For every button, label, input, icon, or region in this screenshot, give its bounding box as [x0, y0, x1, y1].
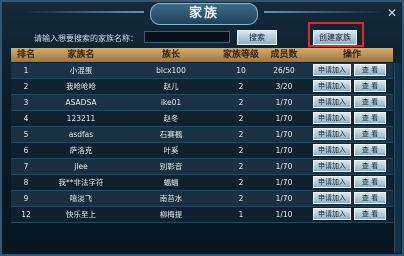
row-level: 2	[238, 98, 244, 107]
close-icon[interactable]: ✕	[384, 6, 400, 20]
row-leader: 别彰音	[159, 162, 183, 171]
apply-join-button[interactable]: 申请加入	[313, 64, 351, 76]
view-button[interactable]: 查 看	[354, 160, 386, 172]
view-button[interactable]: 查 看	[354, 128, 386, 140]
row-leader: ike01	[160, 98, 182, 107]
row-member-count: 1/10	[275, 210, 293, 219]
row-level: 2	[238, 146, 244, 155]
header-member-count: 成员数	[270, 50, 298, 60]
row-family-name: 我呛呛呛	[66, 82, 96, 91]
row-member-count: 26/50	[273, 66, 295, 75]
row-rank: 5	[23, 130, 29, 139]
header-level: 家族等级	[222, 50, 259, 60]
row-level: 2	[238, 82, 244, 91]
table-row[interactable]: 5 asdfas 石赛楓 2 1/70 申请加入查 看	[11, 127, 393, 143]
row-member-count: 1/70	[275, 130, 293, 139]
apply-join-button[interactable]: 申请加入	[313, 160, 351, 172]
apply-join-button[interactable]: 申请加入	[313, 96, 351, 108]
row-level: 1	[238, 210, 244, 219]
apply-join-button[interactable]: 申请加入	[313, 192, 351, 204]
row-level: 2	[238, 194, 244, 203]
row-member-count: 3/20	[275, 82, 293, 91]
view-button[interactable]: 查 看	[354, 80, 386, 92]
row-leader: 石赛楓	[159, 130, 183, 139]
row-rank: 12	[21, 210, 31, 219]
title-decoration-right	[264, 11, 384, 13]
table-row[interactable]: 8 我**非法字符 蝠蝠 2 1/70 申请加入查 看	[11, 175, 393, 191]
row-rank: 9	[23, 194, 29, 203]
header-actions: 操作	[342, 50, 361, 60]
row-leader: 叶奚	[163, 146, 179, 155]
view-button[interactable]: 查 看	[354, 208, 386, 220]
row-level: 2	[238, 130, 244, 139]
row-family-name: 萨洛克	[69, 146, 93, 155]
apply-join-button[interactable]: 申请加入	[313, 80, 351, 92]
row-leader: 赵冬	[163, 114, 179, 123]
table-row[interactable]: 2 我呛呛呛 赵儿 2 3/20 申请加入查 看	[11, 79, 393, 95]
table-body: 1 小混蛋 blcx100 10 26/50 申请加入查 看 2 我呛呛呛 赵儿 2 3/20 申请加…	[11, 63, 393, 223]
row-family-name: 123211	[66, 114, 96, 123]
row-leader: 蝠蝠	[163, 178, 179, 187]
row-rank: 3	[23, 98, 29, 107]
apply-join-button[interactable]: 申请加入	[313, 176, 351, 188]
row-leader: 南苔水	[159, 194, 183, 203]
row-level: 10	[236, 66, 246, 75]
row-family-name: jlee	[74, 162, 88, 171]
highlight-box	[308, 22, 364, 47]
table-row[interactable]: 4 123211 赵冬 2 1/70 申请加入查 看	[11, 111, 393, 127]
row-family-name: ASADSA	[65, 98, 97, 107]
view-button[interactable]: 查 看	[354, 64, 386, 76]
apply-join-button[interactable]: 申请加入	[313, 128, 351, 140]
row-level: 2	[238, 178, 244, 187]
row-level: 2	[238, 114, 244, 123]
row-leader: 赵儿	[163, 82, 179, 91]
family-window: 家族 ✕ 请输入想要搜索的家族名称： 搜索 创建家族 排名 家族名 族长 家族等…	[0, 0, 404, 256]
table-row[interactable]: 3 ASADSA ike01 2 1/70 申请加入查 看	[11, 95, 393, 111]
view-button[interactable]: 查 看	[354, 96, 386, 108]
apply-join-button[interactable]: 申请加入	[313, 144, 351, 156]
table-row[interactable]: 12 快乐至上 柳梅提 1 1/10 申请加入查 看	[11, 207, 393, 223]
row-family-name: 小混蛋	[69, 66, 93, 75]
row-member-count: 1/70	[275, 146, 293, 155]
table-row[interactable]: 1 小混蛋 blcx100 10 26/50 申请加入查 看	[11, 63, 393, 79]
table-row[interactable]: 7 jlee 别彰音 2 1/70 申请加入查 看	[11, 159, 393, 175]
table-row[interactable]: 6 萨洛克 叶奚 2 1/70 申请加入查 看	[11, 143, 393, 159]
search-label: 请输入想要搜索的家族名称：	[34, 34, 138, 43]
header-family-name: 家族名	[67, 50, 95, 60]
row-member-count: 1/70	[275, 194, 293, 203]
scrollbar[interactable]	[394, 63, 401, 253]
search-button[interactable]: 搜索	[237, 30, 277, 45]
view-button[interactable]: 查 看	[354, 112, 386, 124]
row-rank: 6	[23, 146, 29, 155]
row-rank: 7	[23, 162, 29, 171]
view-button[interactable]: 查 看	[354, 176, 386, 188]
row-rank: 8	[23, 178, 29, 187]
view-button[interactable]: 查 看	[354, 144, 386, 156]
row-rank: 1	[23, 66, 29, 75]
row-family-name: asdfas	[68, 130, 94, 139]
header-rank: 排名	[16, 50, 35, 60]
window-title: 家族	[150, 3, 258, 25]
row-rank: 4	[23, 114, 29, 123]
row-member-count: 1/70	[275, 114, 293, 123]
row-family-name: 嘻淡飞	[69, 194, 93, 203]
apply-join-button[interactable]: 申请加入	[313, 112, 351, 124]
row-member-count: 1/70	[275, 162, 293, 171]
table-row[interactable]: 9 嘻淡飞 南苔水 2 1/70 申请加入查 看	[11, 191, 393, 207]
row-family-name: 快乐至上	[66, 210, 96, 219]
row-family-name: 我**非法字符	[58, 178, 104, 187]
header-leader: 族长	[161, 50, 180, 60]
row-member-count: 1/70	[275, 178, 293, 187]
title-decoration-left	[24, 11, 144, 13]
search-input[interactable]	[144, 31, 230, 43]
row-leader: blcx100	[156, 66, 186, 75]
row-rank: 2	[23, 82, 29, 91]
view-button[interactable]: 查 看	[354, 192, 386, 204]
row-member-count: 1/70	[275, 98, 293, 107]
table-header: 排名 家族名 族长 家族等级 成员数 操作	[11, 48, 393, 62]
row-leader: 柳梅提	[159, 210, 183, 219]
apply-join-button[interactable]: 申请加入	[313, 208, 351, 220]
row-level: 2	[238, 162, 244, 171]
